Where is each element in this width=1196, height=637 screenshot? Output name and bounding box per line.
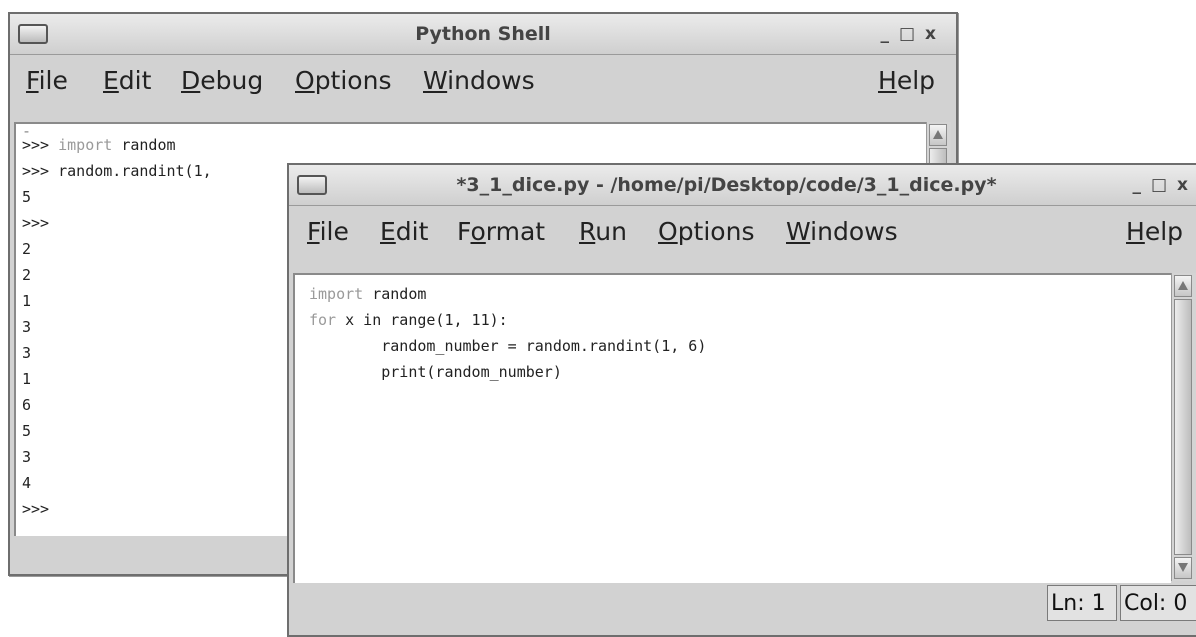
editor-titlebar[interactable]: *3_1_dice.py - /home/pi/Desktop/code/3_1…: [289, 165, 1196, 206]
menu-edit[interactable]: Edit: [103, 65, 151, 97]
code-text: random_number = random.randint(1, 6): [381, 337, 707, 355]
menu-help-label: elp: [1144, 217, 1184, 246]
shell-line: 1: [22, 370, 32, 388]
menu-windows-mnemonic: W: [423, 66, 448, 95]
shell-line: 6: [22, 396, 32, 414]
menu-options-label: ptions: [677, 217, 755, 246]
menu-edit-label: dit: [395, 217, 429, 246]
menu-run-label: un: [595, 217, 627, 246]
shell-line: 5: [22, 422, 32, 440]
menu-edit-mnemonic: E: [380, 217, 396, 246]
shell-line: >>>: [22, 500, 50, 518]
menu-windows[interactable]: Windows: [786, 216, 898, 248]
shell-line: >>>: [22, 214, 50, 232]
shell-window-controls: _□x: [880, 14, 946, 54]
menu-format[interactable]: Format: [457, 216, 545, 248]
minimize-icon[interactable]: _: [880, 24, 899, 44]
menu-debug-mnemonic: D: [181, 66, 201, 95]
code-text: x in range(1, 11):: [336, 311, 508, 329]
shell-line: 4: [22, 474, 32, 492]
editor-menubar: File Edit Format Run Options Windows Hel…: [289, 206, 1196, 258]
status-line-number: Ln: 1: [1047, 585, 1117, 621]
code-line: print(random_number): [309, 359, 562, 385]
shell-line: 2: [22, 240, 32, 258]
shell-line: 3: [22, 344, 32, 362]
shell-line: >>> random.randint(1,: [22, 162, 212, 180]
editor-statusbar: Ln: 1 Col: 0: [289, 583, 1196, 623]
editor-scroll-thumb[interactable]: [1174, 299, 1192, 555]
editor-code-area[interactable]: import random for x in range(1, 11): ran…: [293, 273, 1171, 583]
shell-prompt: >>>: [22, 136, 59, 154]
menu-file[interactable]: File: [26, 65, 68, 97]
menu-edit-label: dit: [118, 66, 152, 95]
code-line: random_number = random.randint(1, 6): [309, 333, 706, 359]
menu-file-mnemonic: F: [26, 66, 39, 95]
maximize-icon[interactable]: □: [1151, 175, 1177, 195]
menu-file-mnemonic: F: [307, 217, 320, 246]
code-line: import random: [309, 281, 426, 307]
code-line: for x in range(1, 11):: [309, 307, 508, 333]
menu-file[interactable]: File: [307, 216, 349, 248]
close-icon[interactable]: x: [1177, 175, 1196, 195]
shell-line: 2: [22, 266, 32, 284]
editor-title: *3_1_dice.py - /home/pi/Desktop/code/3_1…: [456, 174, 997, 196]
shell-line: 3: [22, 448, 32, 466]
code-text: print(random_number): [381, 363, 562, 381]
shell-menubar: File Edit Debug Options Windows Help: [10, 55, 956, 107]
menu-windows-mnemonic: W: [786, 217, 811, 246]
scroll-down-icon[interactable]: [1174, 557, 1192, 579]
menu-help[interactable]: Help: [878, 65, 935, 97]
menu-format-prefix: F: [457, 217, 471, 246]
menu-file-label: ile: [319, 217, 349, 246]
menu-options-label: ptions: [314, 66, 392, 95]
menu-run-mnemonic: R: [579, 217, 596, 246]
scroll-up-icon[interactable]: [929, 124, 947, 146]
menu-options-mnemonic: O: [658, 217, 678, 246]
shell-line: 3: [22, 318, 32, 336]
menu-options[interactable]: Options: [658, 216, 754, 248]
menu-windows-label: indows: [447, 66, 535, 95]
menu-format-label: rmat: [485, 217, 546, 246]
menu-edit[interactable]: Edit: [380, 216, 428, 248]
editor-scrollbar[interactable]: [1171, 273, 1196, 581]
menu-help[interactable]: Help: [1126, 216, 1183, 248]
editor-window: *3_1_dice.py - /home/pi/Desktop/code/3_1…: [287, 163, 1196, 637]
maximize-icon[interactable]: □: [899, 24, 925, 44]
shell-line: 5: [22, 188, 32, 206]
status-column-number: Col: 0: [1120, 585, 1196, 621]
shell-title: Python Shell: [415, 23, 551, 45]
minimize-icon[interactable]: _: [1132, 175, 1151, 195]
menu-help-mnemonic: H: [1126, 217, 1145, 246]
code-keyword: for: [309, 311, 337, 329]
code-text: random: [363, 285, 427, 303]
menu-debug[interactable]: Debug: [181, 65, 263, 97]
menu-run[interactable]: Run: [579, 216, 627, 248]
menu-options-mnemonic: O: [295, 66, 315, 95]
menu-file-label: ile: [38, 66, 68, 95]
menu-windows-label: indows: [810, 217, 898, 246]
code-keyword: import: [309, 285, 364, 303]
menu-edit-mnemonic: E: [103, 66, 119, 95]
shell-import-rest: random: [112, 136, 176, 154]
menu-help-mnemonic: H: [878, 66, 897, 95]
menu-options[interactable]: Options: [295, 65, 391, 97]
shell-titlebar[interactable]: Python Shell _□x: [10, 14, 956, 55]
editor-window-controls: _□x: [1132, 165, 1196, 205]
menu-format-mnemonic: o: [470, 217, 486, 246]
scroll-up-icon[interactable]: [1174, 275, 1192, 297]
shell-line: 1: [22, 292, 32, 310]
close-icon[interactable]: x: [925, 24, 946, 44]
shell-line: >>> import random: [22, 132, 176, 158]
shell-keyword: import: [58, 136, 113, 154]
menu-help-label: elp: [896, 66, 936, 95]
menu-debug-label: ebug: [200, 66, 264, 95]
menu-windows[interactable]: Windows: [423, 65, 535, 97]
